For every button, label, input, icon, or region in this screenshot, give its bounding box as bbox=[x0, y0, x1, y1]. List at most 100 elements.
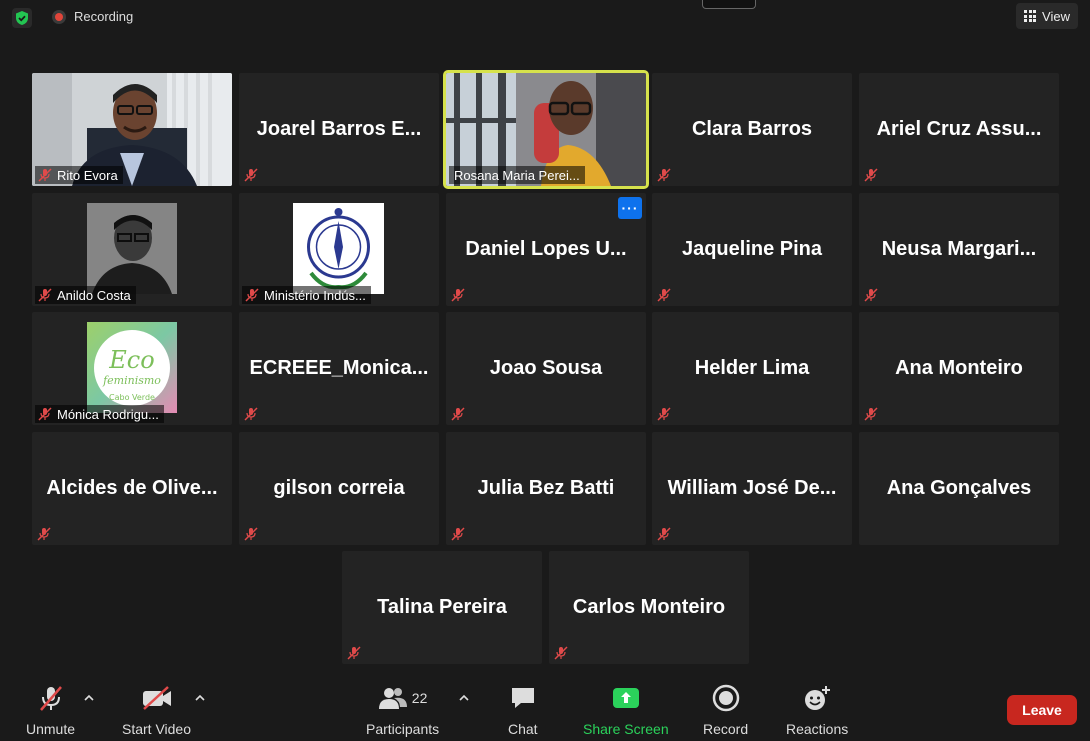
participant-name-large: Jaqueline Pina bbox=[681, 238, 823, 260]
participant-tile[interactable]: Neusa Margari... bbox=[859, 193, 1059, 306]
chevron-up-icon[interactable] bbox=[194, 693, 206, 703]
participant-nameplate: Rito Evora bbox=[35, 166, 123, 184]
mic-off-icon bbox=[39, 686, 62, 711]
chevron-up-icon[interactable] bbox=[458, 693, 470, 703]
logo-cv-text: Cabo Verde bbox=[109, 393, 155, 402]
participant-name: Rosana Maria Perei... bbox=[454, 167, 580, 183]
recording-dot-icon bbox=[52, 9, 66, 24]
start-video-button[interactable]: Start Video bbox=[122, 683, 191, 737]
participant-name-large: Julia Bez Batti bbox=[477, 477, 615, 499]
participant-tile[interactable]: Helder Lima bbox=[652, 312, 852, 425]
participant-name-large: Joao Sousa bbox=[489, 357, 603, 379]
mic-muted-icon bbox=[451, 527, 465, 541]
mic-muted-icon bbox=[38, 168, 52, 182]
mic-muted-icon bbox=[244, 407, 258, 421]
participant-tile[interactable]: gilson correia bbox=[239, 432, 439, 545]
chat-button[interactable]: Chat bbox=[508, 683, 538, 737]
participant-tile[interactable]: Alcides de Olive... bbox=[32, 432, 232, 545]
record-button[interactable]: Record bbox=[703, 683, 748, 737]
participant-nameplate: Mónica Rodrigu... bbox=[35, 405, 164, 423]
reactions-icon bbox=[805, 686, 831, 710]
chat-label: Chat bbox=[508, 721, 538, 737]
mic-muted-icon bbox=[38, 407, 52, 421]
participant-nameplate: Anildo Costa bbox=[35, 286, 136, 304]
mic-muted-icon bbox=[244, 168, 258, 182]
reactions-label: Reactions bbox=[786, 721, 849, 737]
more-options-button[interactable]: ··· bbox=[618, 197, 642, 219]
participant-tile[interactable]: Carlos Monteiro bbox=[549, 551, 749, 664]
mic-muted-icon bbox=[657, 168, 671, 182]
participant-name-large: Talina Pereira bbox=[377, 596, 507, 618]
mic-muted-icon bbox=[347, 646, 361, 660]
grid-icon bbox=[1024, 10, 1037, 22]
participant-tile[interactable]: Joao Sousa bbox=[446, 312, 646, 425]
share-screen-icon bbox=[612, 688, 639, 708]
unmute-label: Unmute bbox=[26, 721, 76, 737]
record-icon bbox=[712, 684, 739, 712]
share-screen-button[interactable]: Share Screen bbox=[583, 683, 669, 737]
participant-name-large: Carlos Monteiro bbox=[572, 596, 726, 618]
mic-muted-icon bbox=[657, 288, 671, 302]
ecofeminismo-logo: Eco feminismo Cabo Verde bbox=[87, 322, 177, 413]
participant-tile[interactable]: Clara Barros bbox=[652, 73, 852, 186]
participant-name-large: Neusa Margari... bbox=[881, 238, 1037, 260]
participant-nameplate: Rosana Maria Perei... bbox=[449, 166, 585, 184]
participant-tile[interactable]: Jaqueline Pina bbox=[652, 193, 852, 306]
participant-tile[interactable]: Ariel Cruz Assu... bbox=[859, 73, 1059, 186]
participant-name-large: Daniel Lopes U... bbox=[465, 238, 627, 260]
participant-tile[interactable]: Daniel Lopes U... ··· bbox=[446, 193, 646, 306]
participant-tile[interactable]: ECREEE_Monica... bbox=[239, 312, 439, 425]
participants-button[interactable]: 22 Participants bbox=[366, 683, 439, 737]
participant-tile[interactable]: Ana Gonçalves bbox=[859, 432, 1059, 545]
chevron-up-icon[interactable] bbox=[83, 693, 95, 703]
participant-tile[interactable]: Joarel Barros E... bbox=[239, 73, 439, 186]
meeting-info-handle[interactable] bbox=[702, 0, 756, 9]
start-video-label: Start Video bbox=[122, 721, 192, 737]
participant-nameplate: Ministério Indús... bbox=[242, 286, 371, 304]
participant-tile[interactable]: Julia Bez Batti bbox=[446, 432, 646, 545]
share-screen-label: Share Screen bbox=[583, 721, 669, 737]
participants-icon bbox=[378, 688, 407, 709]
participant-name-large: Ariel Cruz Assu... bbox=[876, 118, 1042, 140]
mic-muted-icon bbox=[864, 407, 878, 421]
recording-indicator[interactable]: Recording bbox=[52, 9, 133, 24]
participant-tile-monica-rodrigues[interactable]: Eco feminismo Cabo Verde Mónica Rodrigu.… bbox=[32, 312, 232, 425]
participant-name-large: Helder Lima bbox=[694, 357, 810, 379]
participant-tile-anildo-costa[interactable]: Anildo Costa bbox=[32, 193, 232, 306]
participant-name: Rito Evora bbox=[57, 167, 118, 183]
coat-of-arms-logo bbox=[293, 203, 384, 294]
participant-tile-ministerio[interactable]: Ministério Indús... bbox=[239, 193, 439, 306]
view-label: View bbox=[1042, 8, 1070, 24]
participant-tile-rito-evora[interactable]: Rito Evora bbox=[32, 73, 232, 186]
participant-tile[interactable]: William José De... bbox=[652, 432, 852, 545]
meeting-toolbar: Unmute Start Video 22 Participants Chat … bbox=[0, 679, 1090, 741]
reactions-button[interactable]: Reactions bbox=[786, 683, 848, 737]
participant-name-large: Ana Monteiro bbox=[895, 357, 1023, 379]
view-button[interactable]: View bbox=[1016, 3, 1078, 29]
shield-icon[interactable] bbox=[12, 8, 32, 28]
participant-tile[interactable]: Talina Pereira bbox=[342, 551, 542, 664]
participant-name: Anildo Costa bbox=[57, 287, 131, 303]
mic-muted-icon bbox=[864, 288, 878, 302]
mic-muted-icon bbox=[38, 288, 52, 302]
mic-muted-icon bbox=[554, 646, 568, 660]
record-label: Record bbox=[703, 721, 749, 737]
mic-muted-icon bbox=[451, 288, 465, 302]
participant-tile-active-speaker[interactable]: Rosana Maria Perei... bbox=[443, 70, 649, 189]
participants-count: 22 bbox=[411, 690, 428, 706]
participant-name: Ministério Indús... bbox=[264, 287, 366, 303]
logo-eco-text: Eco bbox=[108, 346, 154, 374]
participant-name-large: ECREEE_Monica... bbox=[249, 357, 429, 379]
mic-muted-icon bbox=[37, 527, 51, 541]
participant-name-large: gilson correia bbox=[273, 477, 405, 499]
mic-muted-icon bbox=[864, 168, 878, 182]
participant-name-large: William José De... bbox=[667, 477, 837, 499]
mic-muted-icon bbox=[245, 288, 259, 302]
leave-button[interactable]: Leave bbox=[1007, 695, 1077, 725]
participant-name-large: Clara Barros bbox=[691, 118, 813, 140]
mic-muted-icon bbox=[244, 527, 258, 541]
participant-tile[interactable]: Ana Monteiro bbox=[859, 312, 1059, 425]
recording-label: Recording bbox=[74, 9, 134, 24]
mic-muted-icon bbox=[657, 527, 671, 541]
unmute-button[interactable]: Unmute bbox=[26, 683, 75, 737]
